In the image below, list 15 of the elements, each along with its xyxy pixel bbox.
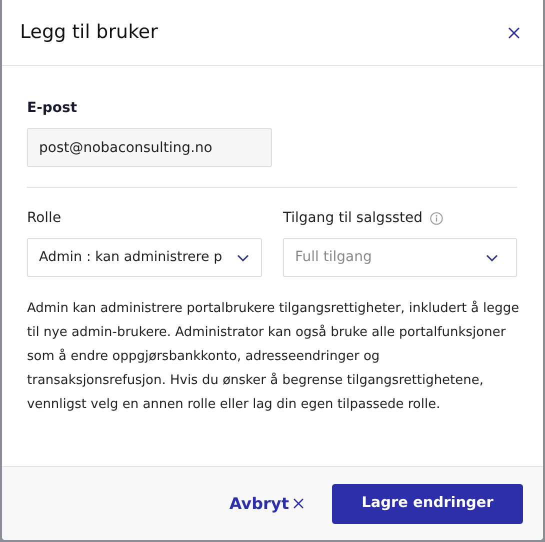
field-label: Rolle <box>27 209 62 228</box>
save-button[interactable]: Lagre endringer <box>332 484 523 524</box>
chevron-down-icon <box>237 254 249 262</box>
role-description: Admin kan administrere portalbrukere tilgangsrettigheter, inkludert å legge til nye admin-brukere. Administrator kan også bruke alle portalfunksjoner som å endre oppgjørsbankkonto, adresseendringer og transaksjonsrefusjon. Hvis du ønsker å begrense tilgangsrettighetene, vennligst velg en annen rolle eller lag din egen tilpassede rolle. <box>27 300 520 414</box>
info-icon[interactable] <box>430 212 443 225</box>
close-icon[interactable] <box>507 26 521 40</box>
cancel-button[interactable]: Avbryt <box>229 492 304 516</box>
email-field[interactable]: post@nobaconsulting.no <box>27 128 272 167</box>
dialog-title: Legg til bruker <box>20 20 158 46</box>
role-select[interactable]: Admin : kan administrere p <box>27 238 262 277</box>
close-icon <box>293 498 304 509</box>
field-label: Tilgang til salgssted <box>283 209 423 228</box>
field-label: E-post <box>27 99 78 118</box>
access-select[interactable]: Full tilgang <box>283 238 517 277</box>
chevron-down-icon <box>486 254 498 262</box>
